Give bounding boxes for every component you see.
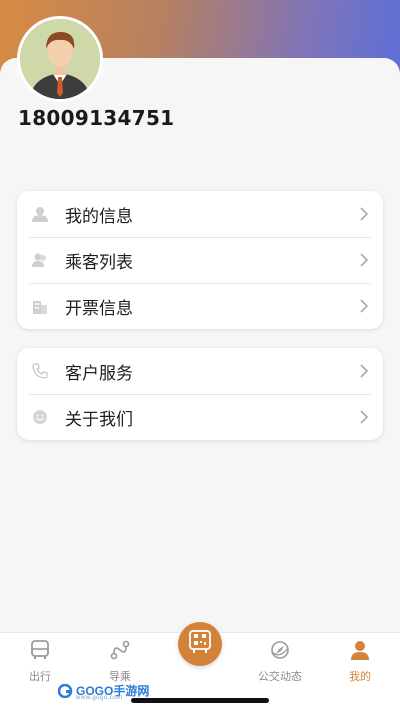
menu-item-invoice-info[interactable]: 开票信息 (17, 283, 383, 329)
chevron-right-icon (359, 206, 369, 226)
tab-label: 我的 (349, 670, 371, 683)
menu-item-label: 关于我们 (65, 409, 133, 430)
passengers-icon (29, 249, 51, 271)
menu-card-account: 我的信息 乘客列表 开票信息 (17, 191, 383, 329)
menu-item-label: 开票信息 (65, 298, 133, 319)
watermark-logo: GOGO手游网 www.gogo.com (58, 682, 149, 701)
user-icon (29, 203, 51, 225)
route-icon (109, 640, 131, 665)
tab-mine[interactable]: 我的 (320, 639, 400, 684)
menu-item-passenger-list[interactable]: 乘客列表 (17, 237, 383, 283)
building-icon (29, 295, 51, 317)
qr-ride-button[interactable] (178, 622, 222, 666)
bus-icon (29, 640, 51, 665)
tab-trip[interactable]: 出行 (0, 639, 80, 684)
phone-number: 18009134751 (18, 106, 175, 130)
tab-label: 公交动态 (258, 670, 302, 683)
chevron-right-icon (359, 363, 369, 383)
menu-item-customer-service[interactable]: 客户服务 (17, 348, 383, 394)
menu-item-label: 客户服务 (65, 363, 133, 384)
phone-icon (29, 360, 51, 382)
compass-icon (269, 641, 291, 665)
menu-item-my-info[interactable]: 我的信息 (17, 191, 383, 237)
tab-bus-updates[interactable]: 公交动态 (240, 639, 320, 684)
chevron-right-icon (359, 409, 369, 429)
watermark-subtext: www.gogo.com (76, 695, 123, 701)
avatar[interactable] (17, 16, 103, 102)
person-icon (349, 641, 371, 665)
menu-card-support: 客户服务 关于我们 (17, 348, 383, 440)
menu-item-label: 我的信息 (65, 206, 133, 227)
menu-item-label: 乘客列表 (65, 252, 133, 273)
qr-bus-icon (187, 629, 213, 659)
tab-guide[interactable]: 导乘 (80, 639, 160, 684)
smile-icon (29, 406, 51, 428)
home-indicator[interactable] (131, 698, 269, 703)
chevron-right-icon (359, 298, 369, 318)
chevron-right-icon (359, 252, 369, 272)
menu-item-about-us[interactable]: 关于我们 (17, 394, 383, 440)
